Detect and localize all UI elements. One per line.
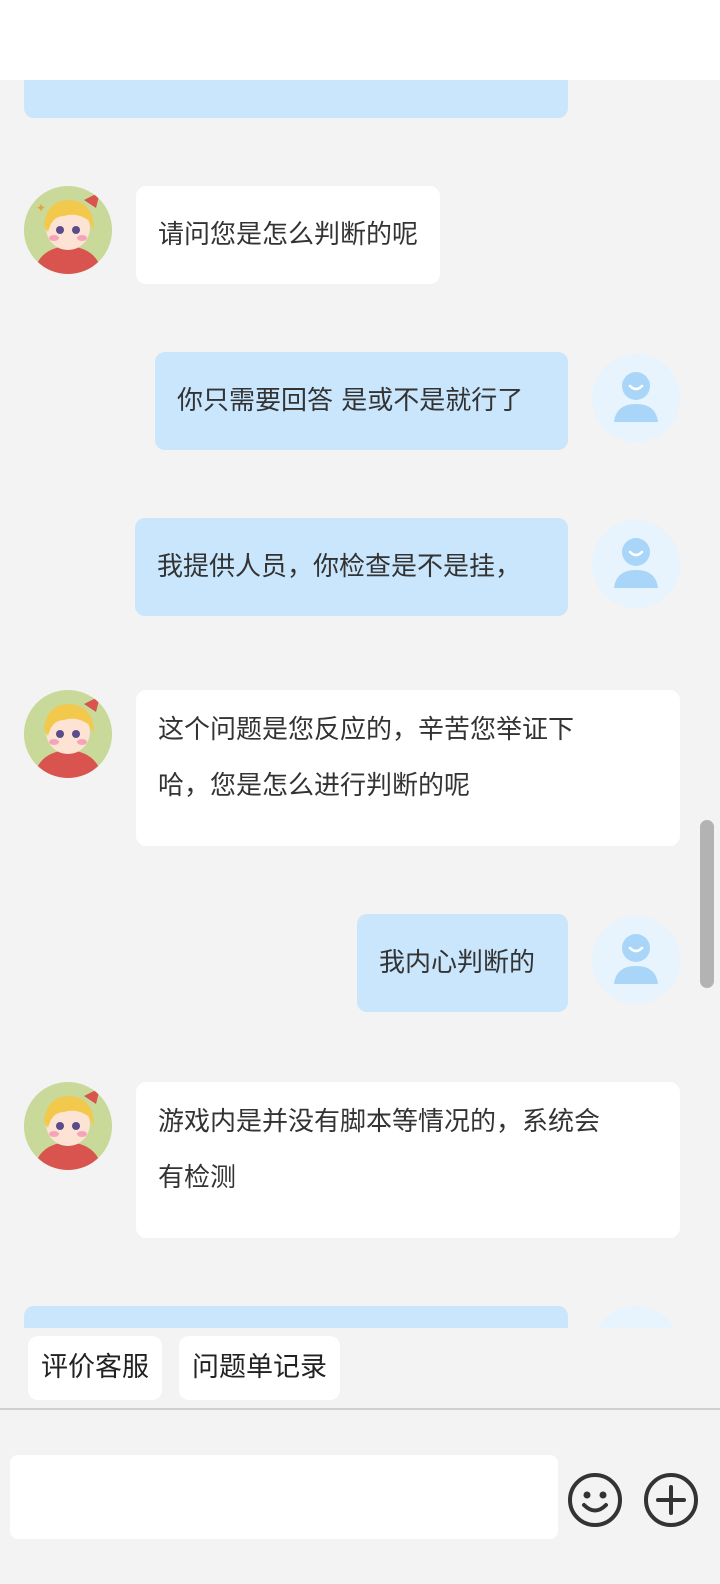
user-message-bubble: 我提供人员，你检查是不是挂， bbox=[135, 518, 568, 616]
message-text-line: 游戏内是并没有脚本等情况的，系统会 bbox=[158, 1107, 601, 1137]
message-text: 请问您是怎么判断的呢 bbox=[158, 220, 419, 250]
top-header-bar bbox=[0, 0, 720, 80]
anime-girl-avatar-icon bbox=[24, 1082, 112, 1170]
scrollbar[interactable] bbox=[700, 820, 714, 988]
user-avatar[interactable] bbox=[592, 354, 680, 442]
user-avatar[interactable] bbox=[592, 916, 680, 1004]
message-text-line: 哈，您是怎么进行判断的呢 bbox=[158, 771, 471, 801]
agent-message-bubble: 这个问题是您反应的，辛苦您举证下 哈，您是怎么进行判断的呢 bbox=[136, 690, 680, 846]
agent-message-bubble: 游戏内是并没有脚本等情况的，系统会 有检测 bbox=[136, 1082, 680, 1238]
message-text-line: 有检测 bbox=[158, 1163, 237, 1193]
message-input[interactable] bbox=[10, 1455, 558, 1539]
add-button[interactable] bbox=[643, 1472, 699, 1528]
emoji-button[interactable] bbox=[567, 1472, 623, 1528]
message-text-line: 这个问题是您反应的，辛苦您举证下 bbox=[158, 715, 575, 745]
rate-service-button[interactable]: 评价客服 bbox=[28, 1336, 162, 1400]
next-user-message-bubble bbox=[24, 1306, 568, 1328]
ticket-records-button[interactable]: 问题单记录 bbox=[179, 1336, 340, 1400]
anime-girl-avatar-icon bbox=[24, 690, 112, 778]
svg-text:✦: ✦ bbox=[36, 201, 46, 215]
user-message-bubble: 我内心判断的 bbox=[357, 914, 568, 1012]
agent-avatar[interactable] bbox=[24, 690, 112, 778]
user-avatar[interactable] bbox=[592, 520, 680, 608]
message-text: 我内心判断的 bbox=[379, 948, 536, 978]
plus-circle-icon bbox=[644, 1473, 698, 1527]
default-user-avatar-icon bbox=[614, 372, 658, 422]
input-area bbox=[0, 1410, 720, 1584]
default-user-avatar-icon bbox=[614, 934, 658, 984]
user-message-bubble: 你只需要回答 是或不是就行了 bbox=[155, 352, 568, 450]
default-user-avatar-icon bbox=[614, 538, 658, 588]
user-avatar[interactable] bbox=[592, 1306, 680, 1328]
agent-avatar[interactable] bbox=[24, 1082, 112, 1170]
agent-avatar[interactable]: ✦ bbox=[24, 186, 112, 274]
agent-message-bubble: 请问您是怎么判断的呢 bbox=[136, 186, 441, 284]
chat-scroll-area[interactable]: ✦ 请问您是怎么判断的呢 你只需要回答 是或不是就行了 我提供人员，你检查是不是… bbox=[0, 0, 720, 1328]
message-text: 我提供人员，你检查是不是挂， bbox=[157, 552, 522, 582]
smiley-face-icon bbox=[568, 1473, 622, 1527]
anime-girl-avatar-icon: ✦ bbox=[24, 186, 112, 274]
quick-actions-bar: 评价客服 问题单记录 bbox=[0, 1328, 720, 1408]
message-text: 你只需要回答 是或不是就行了 bbox=[177, 386, 524, 416]
